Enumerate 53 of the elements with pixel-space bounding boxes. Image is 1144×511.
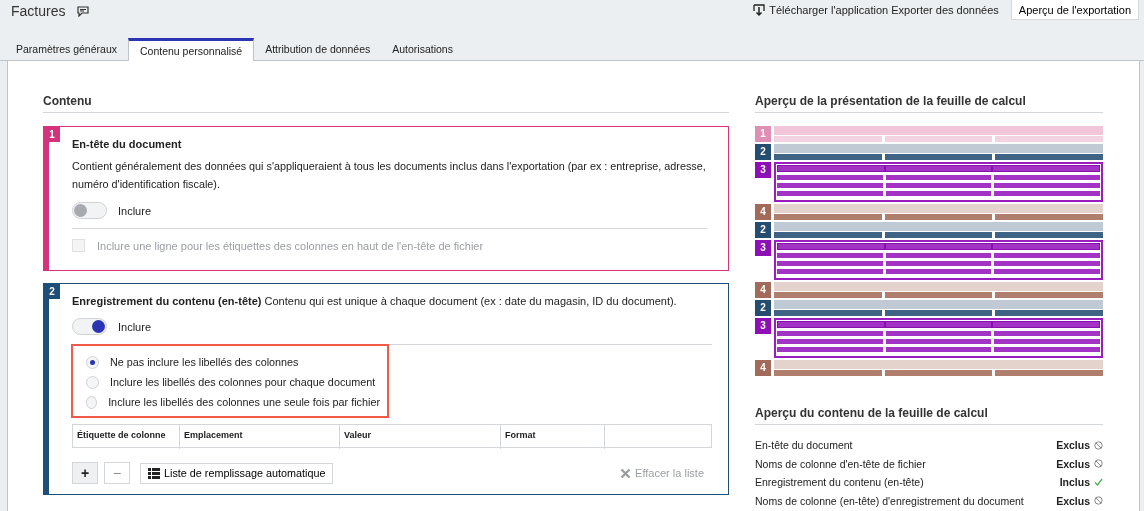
- close-icon: [620, 467, 632, 479]
- content-label: Noms de colonne d'en-tête de fichier: [755, 457, 926, 470]
- section-heading: Aperçu du contenu de la feuille de calcul: [755, 376, 1103, 425]
- block-number: 3: [755, 318, 771, 334]
- content-label: Noms de colonne (en-tête) d'enregistrement du document: [755, 494, 1024, 507]
- page-title: Factures: [11, 3, 66, 19]
- block-number: 4: [755, 204, 771, 220]
- toggle-switch[interactable]: [72, 318, 107, 335]
- column-header: Emplacement: [180, 425, 340, 449]
- section-heading: Contenu: [43, 61, 729, 113]
- radio-label: Ne pas inclure les libellés des colonnes: [110, 356, 299, 368]
- radio-button[interactable]: [86, 395, 98, 409]
- status-text: Exclus: [1056, 439, 1090, 452]
- block-number: 2: [755, 300, 771, 316]
- block-number: 3: [755, 162, 771, 178]
- download-link[interactable]: Télécharger l'application Exporter des données: [753, 3, 999, 17]
- column-header: Format: [501, 425, 605, 449]
- tab[interactable]: Autorisations: [381, 39, 464, 60]
- download-icon: [753, 3, 766, 17]
- block-number: 2: [755, 222, 771, 238]
- autofill-list-button[interactable]: Liste de remplissage automatique: [140, 462, 334, 484]
- block-number: 1: [755, 126, 771, 142]
- add-button[interactable]: +: [72, 462, 98, 484]
- checkbox-label: Inclure une ligne pour les étiquettes des colonnes en haut de l'en-tête de fichier: [97, 239, 484, 252]
- comment-icon[interactable]: [77, 5, 90, 17]
- radio-label: Inclure les libellés des colonnes pour chaque document: [110, 376, 376, 388]
- radio-button[interactable]: [86, 375, 99, 389]
- status-text: Exclus: [1056, 457, 1090, 470]
- content-label: Enregistrement du contenu (en-tête): [755, 476, 924, 489]
- toggle-label: Inclure: [118, 204, 152, 217]
- block-number: 3: [755, 240, 771, 256]
- section-heading: Aperçu de la présentation de la feuille de calcul: [755, 61, 1103, 113]
- toggle-switch[interactable]: [72, 202, 107, 219]
- column-header: Valeur: [340, 425, 501, 449]
- remove-button[interactable]: −: [104, 462, 130, 484]
- section-title: En-tête du document: [72, 137, 183, 152]
- section-title: Enregistrement du contenu (en-tête) Contenu qui est unique à chaque document (ex : date du magasin, ID du document).: [72, 294, 678, 309]
- content-label: En-tête du document: [755, 439, 853, 452]
- block-number: 2: [755, 144, 771, 160]
- block-number: 4: [755, 282, 771, 298]
- block-number: 4: [755, 360, 771, 376]
- radio-button[interactable]: [86, 355, 99, 369]
- section-description: Contient généralement des données qui s'appliqueraient à tous les documents inclus dans l'exportation (par ex : entreprise, adresse, numéro d'identification fiscale).: [72, 159, 707, 192]
- tab[interactable]: Paramètres généraux: [5, 39, 128, 60]
- tab[interactable]: Contenu personnalisé: [128, 38, 255, 61]
- status-text: Inclus: [1059, 476, 1090, 489]
- toggle-label: Inclure: [118, 320, 152, 333]
- export-preview-button[interactable]: Aperçu de l'exportation: [1010, 0, 1139, 20]
- status-text: Exclus: [1056, 494, 1090, 507]
- list-icon: [148, 467, 160, 479]
- column-header: Étiquette de colonne: [73, 425, 180, 449]
- radio-label: Inclure les libellés des colonnes une seule fois par fichier: [108, 396, 380, 408]
- tab[interactable]: Attribution de données: [254, 39, 382, 60]
